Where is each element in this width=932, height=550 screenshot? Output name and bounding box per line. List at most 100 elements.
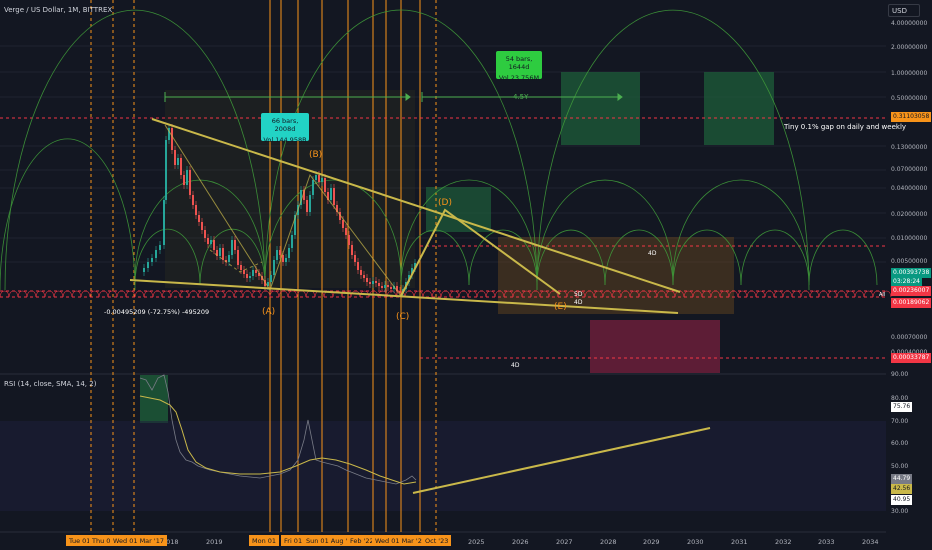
rsi-tag[interactable]: 75.76: [891, 402, 913, 412]
candle[interactable]: [177, 158, 179, 165]
candle[interactable]: [186, 170, 188, 185]
rsi-tag[interactable]: 44.79: [891, 474, 913, 484]
candle[interactable]: [159, 245, 161, 250]
price-tag[interactable]: 0.00236007: [891, 286, 932, 296]
candle[interactable]: [210, 240, 212, 244]
candle[interactable]: [279, 250, 281, 255]
wave-c-label[interactable]: (C): [396, 312, 409, 322]
candle[interactable]: [207, 238, 209, 244]
chart-title: Verge / US Dollar, 1M, BITTREX: [4, 6, 113, 14]
candle[interactable]: [387, 285, 389, 287]
candle[interactable]: [324, 178, 326, 192]
candle[interactable]: [318, 175, 320, 182]
candle[interactable]: [315, 175, 317, 180]
candle[interactable]: [163, 200, 165, 245]
price-tag[interactable]: 0.00033787: [891, 353, 932, 363]
candle[interactable]: [381, 286, 383, 288]
currency-button[interactable]: USD: [888, 4, 920, 17]
candle[interactable]: [171, 128, 173, 150]
candle[interactable]: [198, 215, 200, 222]
candle[interactable]: [354, 255, 356, 262]
candle[interactable]: [240, 265, 242, 270]
candle[interactable]: [351, 245, 353, 255]
candle[interactable]: [213, 240, 215, 250]
time-tag[interactable]: Wed 01 Mar '17: [110, 535, 167, 546]
candle[interactable]: [357, 262, 359, 270]
candle[interactable]: [360, 270, 362, 275]
candle[interactable]: [390, 287, 392, 289]
candle[interactable]: [237, 250, 239, 265]
candle[interactable]: [345, 228, 347, 235]
candle[interactable]: [165, 140, 167, 200]
candle[interactable]: [183, 175, 185, 185]
price-tag[interactable]: 0.31103058: [891, 112, 932, 122]
candle[interactable]: [147, 262, 149, 268]
candle[interactable]: [151, 258, 153, 262]
projection-box-red[interactable]: [590, 320, 720, 373]
range-measure-box[interactable]: 66 bars, 2008d Vol 144.958B: [261, 113, 309, 144]
candle[interactable]: [273, 260, 275, 275]
candle[interactable]: [285, 258, 287, 262]
candle[interactable]: [204, 230, 206, 238]
candle[interactable]: [372, 281, 374, 284]
candle[interactable]: [342, 220, 344, 228]
candle[interactable]: [375, 281, 377, 283]
projection-box-green-1[interactable]: [561, 72, 640, 145]
rsi-tag[interactable]: 40.95: [891, 495, 913, 505]
range-measure-box[interactable]: 54 bars, 1644d Vol 23.756M: [496, 51, 542, 82]
candle[interactable]: [201, 222, 203, 230]
candle[interactable]: [192, 195, 194, 205]
candle[interactable]: [330, 188, 332, 200]
price-tag[interactable]: 0.00189062: [891, 298, 932, 308]
gap-note[interactable]: Tiny 0.1% gap on daily and weekly: [784, 123, 906, 131]
candle[interactable]: [180, 158, 182, 175]
candle[interactable]: [348, 235, 350, 245]
time-tag[interactable]: Wed 01 Mar '23: [372, 535, 429, 546]
candle[interactable]: [195, 205, 197, 215]
candle[interactable]: [366, 278, 368, 282]
candle[interactable]: [270, 275, 272, 282]
wave-b-label[interactable]: (B): [309, 150, 322, 160]
candle[interactable]: [309, 195, 311, 212]
projection-box-green-2[interactable]: [704, 72, 774, 145]
candle[interactable]: [228, 255, 230, 262]
candle[interactable]: [369, 282, 371, 284]
candle[interactable]: [321, 178, 323, 182]
candle[interactable]: [363, 275, 365, 278]
candle[interactable]: [143, 268, 145, 272]
candle[interactable]: [384, 285, 386, 288]
candle[interactable]: [155, 250, 157, 258]
chart-canvas[interactable]: [0, 0, 932, 550]
time-tag[interactable]: Fri 01: [281, 535, 306, 546]
candle[interactable]: [252, 270, 254, 276]
time-tag[interactable]: Mon 01: [249, 535, 280, 546]
candle[interactable]: [222, 248, 224, 260]
candle[interactable]: [291, 235, 293, 248]
candle[interactable]: [276, 250, 278, 260]
mini-arc: [98, 290, 109, 298]
wave-a-label[interactable]: (A): [262, 307, 275, 317]
candle[interactable]: [234, 240, 236, 250]
candle[interactable]: [399, 291, 401, 293]
candle[interactable]: [288, 248, 290, 258]
candle[interactable]: [378, 283, 380, 286]
candle[interactable]: [243, 270, 245, 274]
wave-e-label[interactable]: (E): [554, 302, 567, 312]
wave-d-label[interactable]: (D): [438, 198, 452, 208]
candle[interactable]: [231, 240, 233, 255]
candle[interactable]: [189, 170, 191, 195]
time-tag[interactable]: Oct '23: [422, 535, 452, 546]
mini-arc: [863, 290, 874, 298]
candle[interactable]: [312, 180, 314, 195]
candle[interactable]: [246, 274, 248, 278]
candle[interactable]: [255, 270, 257, 273]
mini-arc: [26, 290, 37, 298]
candle[interactable]: [249, 276, 251, 278]
candle[interactable]: [174, 150, 176, 165]
candle[interactable]: [333, 188, 335, 205]
mini-arc: [116, 290, 127, 298]
rsi-tag[interactable]: 42.56: [891, 484, 913, 494]
candle[interactable]: [306, 200, 308, 212]
candle[interactable]: [219, 248, 221, 256]
range-volume-label: Vol 23.756M: [498, 74, 540, 82]
